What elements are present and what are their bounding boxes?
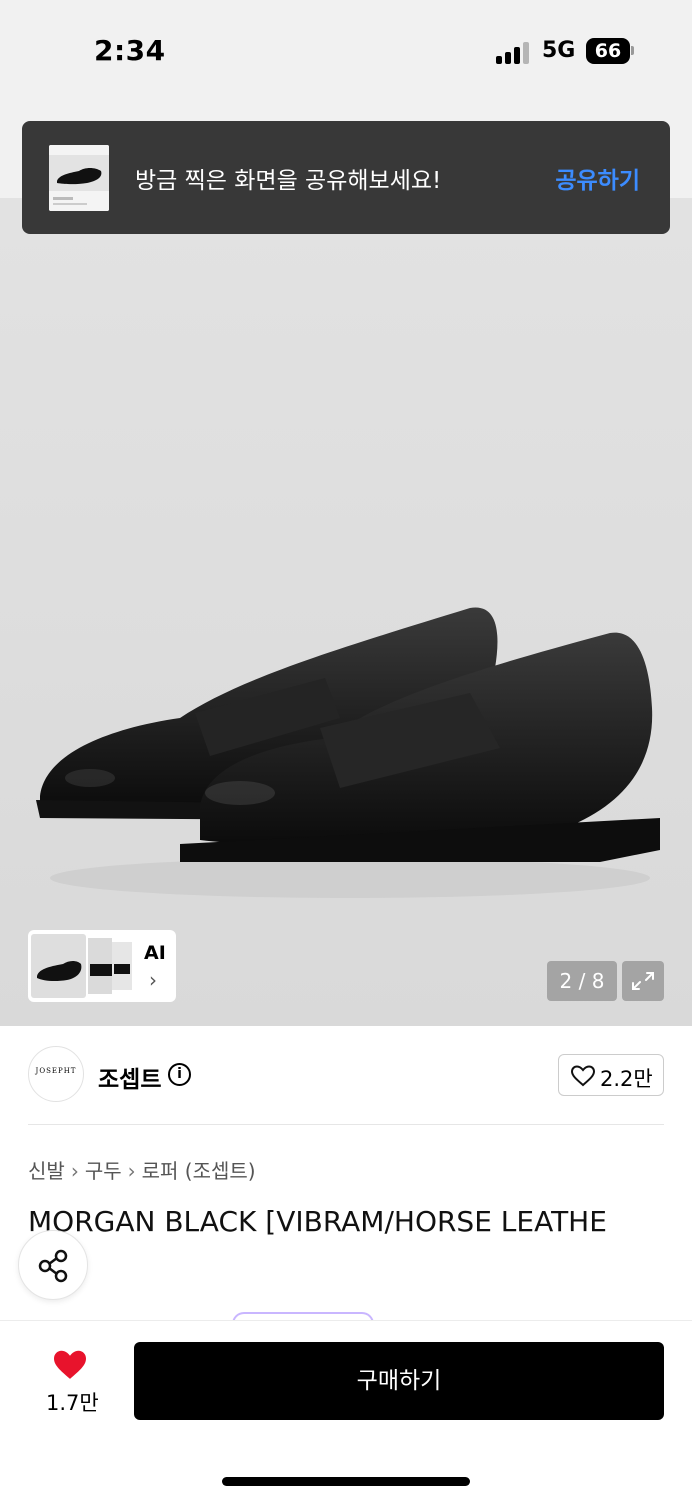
thumbnail-3[interactable]	[112, 942, 132, 990]
thumbnail-2[interactable]	[88, 938, 112, 994]
breadcrumb-item-loafer[interactable]: 로퍼 (조셉트)	[142, 1159, 256, 1183]
product-image[interactable]: AI › 2 / 8	[0, 198, 692, 1026]
heart-filled-icon[interactable]	[52, 1349, 88, 1381]
brand-like-count: 2.2만	[600, 1067, 653, 1091]
status-time: 2:34	[94, 34, 166, 67]
toast-message: 방금 찍은 화면을 공유해보세요!	[135, 168, 442, 194]
signal-icon	[496, 42, 532, 64]
expand-icon	[632, 972, 654, 990]
share-button[interactable]	[18, 1230, 88, 1300]
battery-tip	[631, 46, 634, 55]
network-type: 5G	[542, 38, 576, 63]
ai-thumbnail-strip[interactable]: AI ›	[28, 930, 176, 1002]
home-indicator[interactable]	[222, 1477, 470, 1486]
share-icon	[38, 1249, 68, 1283]
screenshot-thumbnail	[49, 145, 109, 211]
divider	[28, 1124, 664, 1125]
brand-logo[interactable]: JOSEPHT	[28, 1046, 84, 1102]
brand-row: JOSEPHT 조셉트 i 2.2만	[0, 1046, 692, 1106]
brand-like-button[interactable]: 2.2만	[558, 1054, 664, 1096]
breadcrumb-item-dress-shoes[interactable]: 구두	[85, 1159, 122, 1183]
battery-icon: 66	[586, 38, 630, 64]
page-counter: 2 / 8	[547, 961, 617, 1001]
wish-count: 1.7만	[46, 1391, 99, 1415]
toast-share-button[interactable]: 공유하기	[555, 161, 640, 195]
expand-button[interactable]	[622, 961, 664, 1001]
breadcrumb-item-shoes[interactable]: 신발	[28, 1159, 65, 1183]
brand-name[interactable]: 조셉트	[98, 1060, 161, 1094]
chevron-right-icon: ›	[149, 968, 157, 992]
info-icon[interactable]: i	[168, 1063, 191, 1086]
chevron-right-icon: ›	[127, 1159, 136, 1183]
breadcrumb: 신발 › 구두 › 로퍼 (조셉트)	[28, 1155, 256, 1184]
share-toast: 방금 찍은 화면을 공유해보세요! 공유하기	[22, 121, 670, 234]
thumbnail-current[interactable]	[31, 934, 86, 998]
product-title: MORGAN BLACK [VIBRAM/HORSE LEATHE	[28, 1205, 607, 1238]
ai-label: AI	[144, 942, 166, 964]
chevron-right-icon: ›	[70, 1159, 79, 1183]
buy-button[interactable]: 구매하기	[134, 1342, 664, 1420]
loafer-image	[36, 607, 660, 898]
heart-outline-icon	[571, 1065, 595, 1087]
bottom-action-bar: 1.7만 구매하기	[0, 1320, 692, 1500]
